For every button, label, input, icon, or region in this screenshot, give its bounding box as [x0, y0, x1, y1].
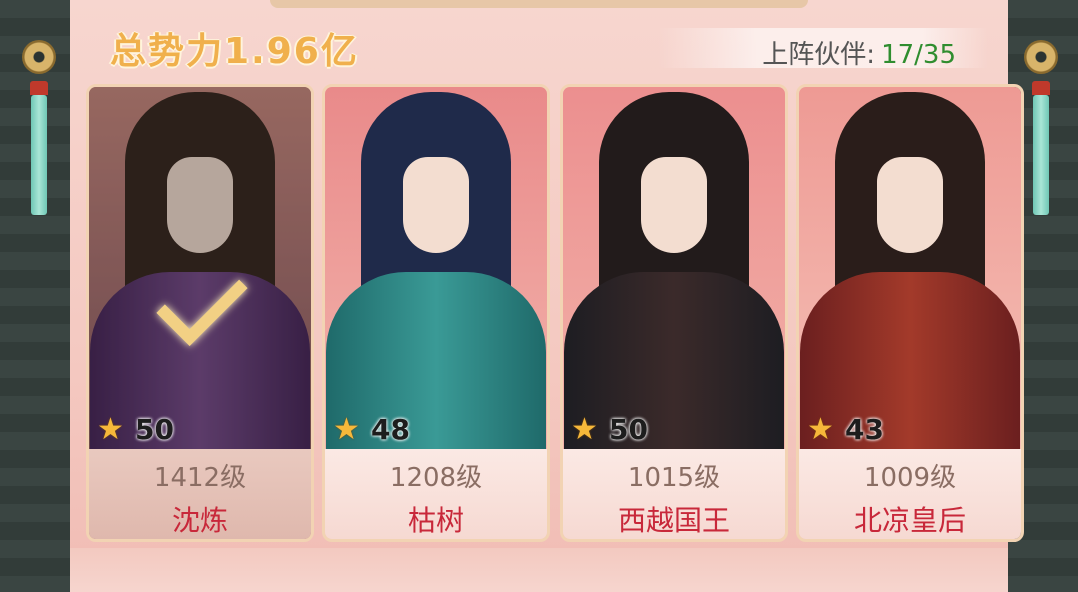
partner-level: 1009级 — [863, 463, 957, 493]
partner-card[interactable]: ★ 48 1208级 枯树 — [322, 84, 550, 542]
partner-card[interactable]: ★ 50 1015级 西越国王 — [560, 84, 788, 542]
star-count: 50 — [135, 413, 174, 446]
partner-name: 北凉皇后 — [853, 504, 966, 537]
partner-level: 1412级 — [153, 463, 247, 493]
partner-portrait — [325, 87, 547, 462]
deployed-partners-label: 上阵伙伴: — [762, 40, 876, 70]
deployed-partners: 上阵伙伴: 17/35 — [762, 34, 956, 71]
partner-card[interactable]: ★ 43 1009级 北凉皇后 — [796, 84, 1024, 542]
left-decoration — [0, 0, 70, 592]
partner-name: 沈炼 — [171, 504, 228, 537]
star-count: 50 — [609, 413, 648, 446]
coin-ornament-icon — [22, 40, 56, 74]
star-count: 48 — [371, 413, 410, 446]
star-icon: ★ — [333, 412, 360, 447]
partner-name: 西越国王 — [617, 504, 730, 537]
tassel-ornament — [1032, 81, 1050, 215]
star-count: 43 — [845, 413, 884, 446]
partner-portrait — [799, 87, 1021, 462]
deployed-partners-count: 17/35 — [881, 40, 956, 70]
star-icon: ★ — [571, 412, 598, 447]
partner-level: 1015级 — [627, 463, 721, 493]
partner-name: 枯树 — [407, 504, 464, 537]
coin-ornament-icon — [1024, 40, 1058, 74]
star-icon: ★ — [97, 412, 124, 447]
total-power-label: 总势力1.96亿 — [110, 31, 359, 72]
star-icon: ★ — [807, 412, 834, 447]
next-row-partial — [70, 548, 1008, 592]
partner-portrait — [563, 87, 785, 462]
partner-card[interactable]: ★ 50 1412级 沈炼 — [86, 84, 314, 542]
partner-level: 1208级 — [389, 463, 483, 493]
tassel-ornament — [30, 81, 48, 215]
